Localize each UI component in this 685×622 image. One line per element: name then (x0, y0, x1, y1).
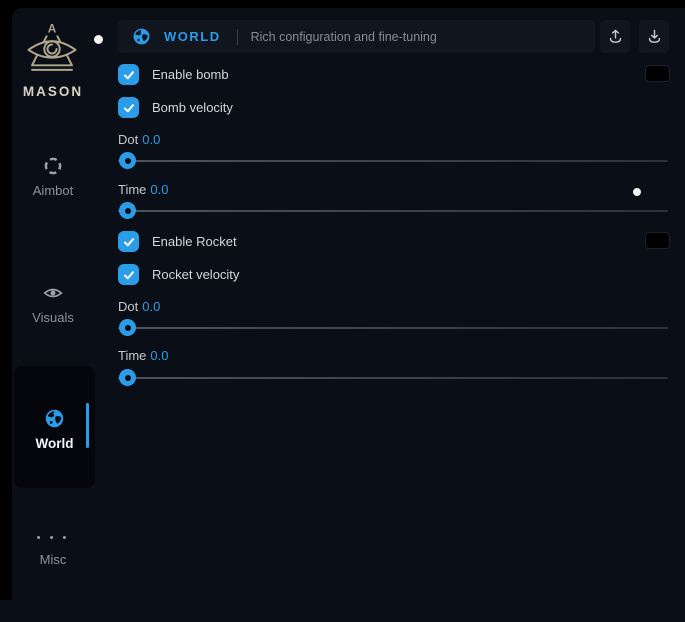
slider-track[interactable] (118, 210, 668, 212)
slider-name: Time (118, 348, 146, 363)
rocket-velocity-checkbox[interactable] (118, 264, 139, 285)
globe-icon (44, 408, 65, 429)
checkbox-row-enable-rocket: Enable Rocket (118, 231, 237, 252)
sidebar-item-visuals[interactable]: Visuals (12, 283, 94, 325)
upload-config-button[interactable] (600, 20, 630, 53)
slider-track[interactable] (118, 327, 668, 329)
checkbox-label: Rocket velocity (152, 267, 239, 282)
screen: A MASON Aimbot Visuals World • • • Misc (0, 0, 685, 622)
rocket-dot-slider[interactable] (118, 319, 668, 336)
slider-handle[interactable] (119, 369, 136, 386)
slider-label-bomb-dot: Dot 0.0 (118, 132, 160, 147)
checkbox-label: Bomb velocity (152, 100, 233, 115)
globe-icon (132, 27, 151, 46)
sidebar-item-label: Misc (12, 552, 94, 567)
slider-handle[interactable] (119, 202, 136, 219)
rocket-color-swatch[interactable] (645, 232, 670, 249)
sidebar-item-misc[interactable]: • • • Misc (12, 532, 94, 567)
slider-label-bomb-time: Time 0.0 (118, 182, 168, 197)
page-title: WORLD (164, 29, 221, 44)
slider-value: 0.0 (142, 299, 160, 314)
checkbox-row-rocket-velocity: Rocket velocity (118, 264, 239, 285)
checkmark-icon (123, 69, 135, 81)
cursor-dot (633, 188, 641, 196)
bomb-color-swatch[interactable] (645, 65, 670, 82)
slider-label-rocket-dot: Dot 0.0 (118, 299, 160, 314)
bomb-dot-slider[interactable] (118, 152, 668, 169)
slider-name: Time (118, 182, 146, 197)
crosshair-icon (43, 156, 63, 176)
slider-track[interactable] (118, 377, 668, 379)
divider (237, 29, 238, 45)
eye-icon (43, 283, 63, 303)
sidebar-item-label: Aimbot (12, 183, 94, 198)
checkbox-row-bomb-velocity: Bomb velocity (118, 97, 233, 118)
slider-name: Dot (118, 299, 138, 314)
slider-handle[interactable] (119, 152, 136, 169)
slider-track[interactable] (118, 160, 668, 162)
rocket-time-slider[interactable] (118, 369, 668, 386)
sidebar-item-aimbot[interactable]: Aimbot (12, 156, 94, 198)
app-window (12, 8, 685, 622)
window-edge (0, 600, 12, 622)
sidebar-item-label: World (14, 436, 95, 451)
checkbox-label: Enable Rocket (152, 234, 237, 249)
slider-handle[interactable] (119, 319, 136, 336)
download-icon (646, 28, 663, 45)
tab-header: WORLD Rich configuration and fine-tuning (118, 20, 595, 53)
brand-name: MASON (8, 84, 98, 99)
checkmark-icon (123, 269, 135, 281)
checkbox-label: Enable bomb (152, 67, 229, 82)
enable-rocket-checkbox[interactable] (118, 231, 139, 252)
slider-label-rocket-time: Time 0.0 (118, 348, 168, 363)
sidebar-item-label: Visuals (12, 310, 94, 325)
slider-value: 0.0 (150, 182, 168, 197)
ellipsis-icon: • • • (12, 532, 94, 544)
cursor-dot (94, 35, 103, 44)
svg-text:A: A (48, 23, 57, 36)
slider-name: Dot (118, 132, 138, 147)
checkbox-row-enable-bomb: Enable bomb (118, 64, 229, 85)
active-indicator (86, 403, 89, 448)
bomb-time-slider[interactable] (118, 202, 668, 219)
sidebar-item-world[interactable]: World (14, 366, 95, 488)
checkmark-icon (123, 236, 135, 248)
mason-logo-icon: A (23, 20, 81, 78)
checkmark-icon (123, 102, 135, 114)
page-subtitle: Rich configuration and fine-tuning (251, 30, 437, 44)
enable-bomb-checkbox[interactable] (118, 64, 139, 85)
bomb-velocity-checkbox[interactable] (118, 97, 139, 118)
slider-value: 0.0 (150, 348, 168, 363)
slider-value: 0.0 (142, 132, 160, 147)
download-config-button[interactable] (639, 20, 669, 53)
upload-icon (607, 28, 624, 45)
